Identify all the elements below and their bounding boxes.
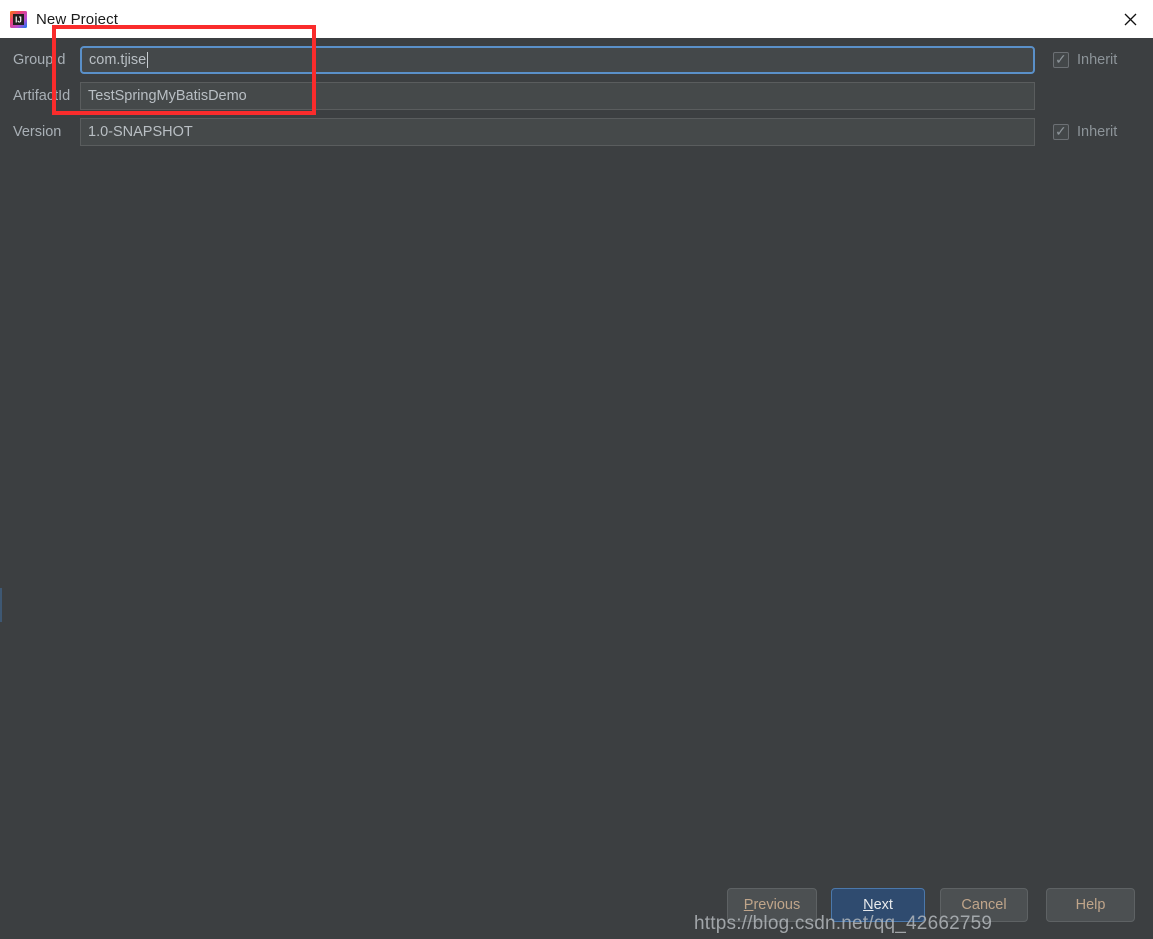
groupid-value: com.tjise [89, 52, 147, 68]
checkbox-box: ✓ [1053, 123, 1069, 140]
version-label: Version [13, 124, 62, 140]
artifactid-label: ArtifactId [13, 88, 71, 104]
previous-label-rest: revious [753, 897, 801, 913]
form-row-version: Version 1.0-SNAPSHOT ✓ Inherit [0, 118, 1153, 146]
artifactid-input[interactable]: TestSpringMyBatisDemo [80, 82, 1035, 110]
next-label-rest: ext [873, 897, 893, 913]
checkbox-box: ✓ [1053, 51, 1069, 68]
cancel-label-rest: ancel [971, 897, 1007, 913]
close-icon[interactable] [1107, 0, 1153, 38]
groupid-input[interactable]: com.tjise [80, 46, 1035, 74]
checkmark-icon: ✓ [1055, 51, 1067, 67]
maven-coordinates-form: GroupId com.tjise ✓ Inherit ArtifactId T… [0, 46, 1153, 154]
help-button[interactable]: Help [1046, 888, 1135, 922]
next-mnemonic: N [863, 897, 874, 913]
new-project-dialog: GroupId com.tjise ✓ Inherit ArtifactId T… [0, 38, 1153, 939]
form-row-artifactid: ArtifactId TestSpringMyBatisDemo [0, 82, 1153, 110]
version-inherit-checkbox[interactable]: ✓ Inherit [1053, 123, 1118, 140]
help-label-rest: elp [1086, 897, 1106, 913]
artifactid-value: TestSpringMyBatisDemo [88, 88, 247, 104]
left-edge-scroll-mark [0, 588, 2, 622]
form-row-groupid: GroupId com.tjise ✓ Inherit [0, 46, 1153, 74]
window-title: New Project [36, 10, 118, 28]
window-titlebar: IJ New Project [0, 0, 1153, 38]
svg-text:IJ: IJ [15, 15, 22, 24]
previous-mnemonic: P [743, 897, 754, 913]
cancel-mnemonic: C [961, 897, 972, 913]
intellij-idea-icon: IJ [10, 10, 27, 28]
help-mnemonic: H [1075, 897, 1087, 913]
version-input[interactable]: 1.0-SNAPSHOT [80, 118, 1035, 146]
version-value: 1.0-SNAPSHOT [88, 124, 193, 140]
checkmark-icon: ✓ [1055, 123, 1067, 139]
text-caret [147, 52, 149, 68]
groupid-inherit-checkbox[interactable]: ✓ Inherit [1053, 51, 1118, 68]
groupid-inherit-label: Inherit [1077, 52, 1118, 68]
groupid-label: GroupId [13, 52, 66, 68]
version-inherit-label: Inherit [1077, 124, 1118, 140]
watermark-url: https://blog.csdn.net/qq_42662759 [694, 913, 993, 934]
